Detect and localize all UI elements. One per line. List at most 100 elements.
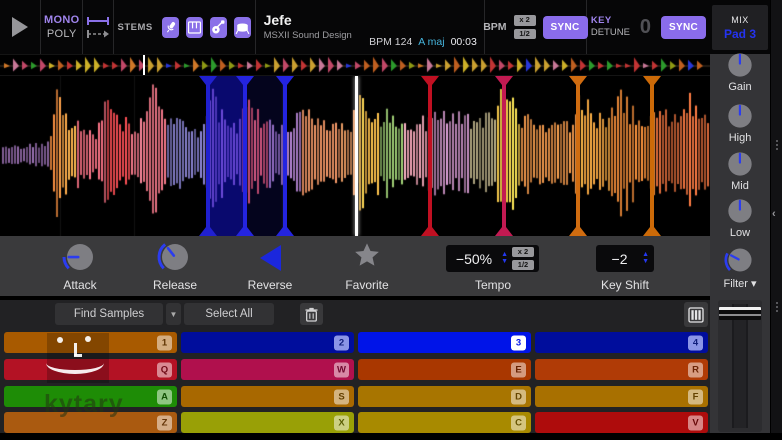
key-shift-value-box[interactable]: −2 ▲▼ (596, 245, 654, 272)
reverse-label: Reverse (225, 278, 315, 292)
mix-pad-label: Pad 3 (724, 27, 756, 41)
bpm-half-button[interactable]: 1/2 (514, 29, 536, 39)
piano-icon (688, 307, 704, 323)
select-all-button[interactable]: Select All (184, 303, 274, 325)
tempo-label: Tempo (448, 278, 538, 292)
drag-handle-bottom[interactable] (776, 302, 778, 312)
pad-v[interactable]: V (535, 412, 708, 433)
stem-vocals-button[interactable] (162, 17, 179, 38)
filter-label[interactable]: Filter ▾ (723, 277, 756, 290)
bpm-double-button[interactable]: x 2 (514, 15, 536, 25)
pad-key-badge: 3 (511, 335, 526, 350)
key-sync-button[interactable]: SYNC (661, 16, 706, 39)
tempo-value: −50% (451, 251, 497, 267)
high-knob[interactable]: High (710, 101, 770, 144)
mid-knob[interactable]: Mid (710, 149, 770, 192)
pad-x[interactable]: X (181, 412, 354, 433)
volume-fader[interactable] (718, 300, 762, 432)
delete-button[interactable] (300, 303, 323, 325)
play-through-icon[interactable] (85, 29, 111, 39)
pad-3-active[interactable]: 3 (358, 332, 531, 353)
pad-key-badge: Z (157, 415, 172, 430)
overview-playhead (143, 55, 145, 75)
stem-drums-button[interactable] (234, 17, 251, 38)
stem-melody-button[interactable] (186, 17, 203, 38)
pad-c[interactable]: C (358, 412, 531, 433)
tempo-stepper[interactable]: ▲▼ (501, 252, 508, 265)
mono-option[interactable]: MONO (44, 14, 79, 26)
track-readout: BPM 124 A maj 00:03 (369, 36, 477, 48)
track-title: Jefe (264, 12, 352, 30)
attack-knob[interactable] (62, 239, 98, 275)
keys-icon (186, 19, 203, 36)
right-edge-strip: ‹ (770, 0, 782, 440)
trim-range-icon[interactable] (85, 16, 111, 26)
keyboard-mode-button[interactable] (684, 302, 708, 327)
mid-label: Mid (731, 180, 749, 192)
pad-key-badge: 4 (688, 335, 703, 350)
find-samples-dropdown-button[interactable]: ▼ (166, 303, 181, 325)
reverse-button[interactable] (260, 245, 281, 271)
key-shift-value: −2 (601, 251, 638, 267)
pad-key-badge: 2 (334, 335, 349, 350)
pad-e[interactable]: E (358, 359, 531, 380)
tempo-half-button[interactable]: 1/2 (512, 260, 534, 270)
tempo-value-box[interactable]: −50% ▲▼ x 2 1/2 (446, 245, 539, 272)
key-label: KEY (591, 16, 630, 26)
play-button[interactable] (0, 0, 41, 54)
stem-bass-button[interactable] (210, 17, 227, 38)
favorite-button[interactable] (352, 241, 382, 275)
gain-label: Gain (728, 81, 751, 93)
low-knob[interactable]: Low (710, 196, 770, 239)
pad-key-badge: W (334, 362, 349, 377)
low-label: Low (730, 227, 750, 239)
pad-key-badge: R (688, 362, 703, 377)
high-label: High (729, 132, 752, 144)
mix-header: MIX Pad 3 (712, 5, 768, 50)
pad-d[interactable]: D (358, 386, 531, 407)
top-bar: MONO POLY STEMS (0, 0, 710, 54)
time-readout: 00:03 (451, 36, 477, 48)
pad-key-badge: Q (157, 362, 172, 377)
mono-poly-toggle[interactable]: MONO POLY (41, 0, 82, 54)
main-waveform-display[interactable] (0, 76, 710, 236)
stems-label: STEMS (117, 22, 152, 33)
attack-label: Attack (35, 278, 125, 292)
pad-a[interactable]: A (4, 386, 177, 407)
pad-key-badge: V (688, 415, 703, 430)
overview-waveform[interactable] (0, 55, 710, 75)
track-overview-strip[interactable] (0, 54, 710, 76)
pad-f[interactable]: F (535, 386, 708, 407)
drag-handle-top[interactable] (776, 140, 778, 150)
filter-knob[interactable]: Filter ▾ (710, 244, 770, 290)
bpm-sync-button[interactable]: SYNC (543, 16, 588, 39)
pad-r[interactable]: R (535, 359, 708, 380)
pad-q[interactable]: Q (4, 359, 177, 380)
bpm-section: BPM x 2 1/2 SYNC (485, 0, 587, 54)
pad-w[interactable]: W (181, 359, 354, 380)
playback-mode-toggle[interactable] (83, 0, 114, 54)
find-samples-button[interactable]: Find Samples (55, 303, 163, 325)
fader-handle[interactable] (719, 307, 761, 320)
pad-key-badge: D (511, 389, 526, 404)
star-icon (352, 241, 382, 270)
fader-slot (732, 304, 748, 428)
pad-key-badge: A (157, 389, 172, 404)
release-knob[interactable] (157, 239, 193, 275)
key-section: KEY DETUNE 0 SYNC (587, 0, 710, 54)
sample-bank-section: Find Samples ▼ Select All 1 2 3 4 Q (0, 300, 710, 433)
gain-knob[interactable]: Gain (710, 50, 770, 93)
waveform-playhead (355, 76, 358, 236)
pad-2[interactable]: 2 (181, 332, 354, 353)
pad-4[interactable]: 4 (535, 332, 708, 353)
pad-s[interactable]: S (181, 386, 354, 407)
tempo-double-button[interactable]: x 2 (512, 247, 534, 257)
poly-option[interactable]: POLY (47, 28, 77, 40)
pad-1[interactable]: 1 (4, 332, 177, 353)
mix-label: MIX (731, 15, 749, 25)
key-readout: A maj (418, 36, 444, 48)
collapse-panel-chevron[interactable]: ‹ (772, 208, 776, 220)
key-shift-stepper[interactable]: ▲▼ (642, 252, 649, 265)
mix-sidebar: MIX Pad 3 Gain High Mid (710, 0, 770, 433)
pad-z[interactable]: Z (4, 412, 177, 433)
